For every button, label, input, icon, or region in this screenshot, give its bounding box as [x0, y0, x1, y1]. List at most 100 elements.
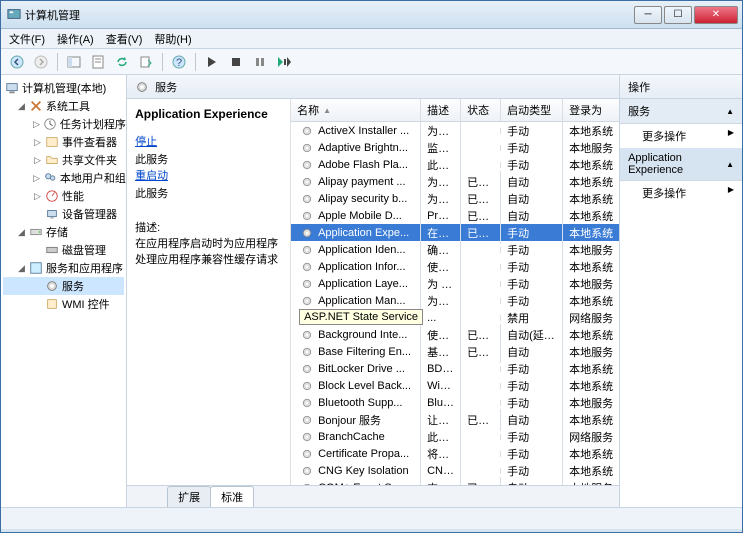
cell-logon: 本地服务: [563, 477, 619, 486]
gear-icon: [301, 261, 313, 273]
disk-icon: [45, 243, 59, 257]
cell-status: [461, 162, 501, 168]
tree-disk-management[interactable]: 磁盘管理: [3, 241, 124, 259]
close-button[interactable]: ✕: [694, 6, 738, 24]
restart-service-link-row: 重启动此服务: [135, 167, 282, 201]
gear-icon: [301, 448, 313, 460]
statusbar: [1, 507, 742, 529]
help-button[interactable]: ?: [169, 52, 189, 72]
cell-status: [461, 434, 501, 440]
refresh-button[interactable]: [112, 52, 132, 72]
tree-local-users[interactable]: ▷本地用户和组: [3, 169, 124, 187]
tree-performance[interactable]: ▷性能: [3, 187, 124, 205]
expand-icon[interactable]: ▷: [33, 174, 40, 183]
play-icon: [206, 56, 218, 68]
tree-wmi[interactable]: WMI 控件: [3, 295, 124, 313]
window-title: 计算机管理: [5, 7, 634, 23]
cell-name: Alipay security b...: [291, 190, 421, 208]
maximize-button[interactable]: ☐: [664, 6, 692, 24]
restart-service-button[interactable]: [274, 52, 294, 72]
forward-button[interactable]: [31, 52, 51, 72]
cell-status: [461, 145, 501, 151]
tree-event-viewer[interactable]: ▷事件查看器: [3, 133, 124, 151]
stop-service-link-row: 停止此服务: [135, 133, 282, 167]
gear-icon: [301, 431, 313, 443]
minimize-button[interactable]: ─: [634, 6, 662, 24]
col-startup[interactable]: 启动类型: [501, 99, 563, 121]
tree-task-scheduler[interactable]: ▷任务计划程序: [3, 115, 124, 133]
actions-section-selected[interactable]: Application Experience▲: [620, 148, 742, 181]
col-description[interactable]: 描述: [421, 99, 461, 121]
gear-icon: [301, 278, 313, 290]
collapse-icon[interactable]: ◢: [17, 102, 26, 111]
gear-icon: [301, 380, 313, 392]
gear-icon: [301, 465, 313, 477]
gear-icon: [301, 414, 313, 426]
expand-icon[interactable]: ▷: [33, 138, 42, 147]
expand-icon[interactable]: ▷: [33, 156, 42, 165]
actions-section-services[interactable]: 服务▲: [620, 99, 742, 124]
tree-root[interactable]: 计算机管理(本地): [3, 79, 124, 97]
gear-icon: [301, 227, 313, 239]
chevron-right-icon: ▶: [728, 128, 734, 144]
center-pane: 服务 Application Experience 停止此服务 重启动此服务 描…: [127, 75, 620, 507]
cell-name: Base Filtering En...: [291, 343, 421, 361]
gear-icon: [301, 125, 313, 137]
col-logon[interactable]: 登录为: [563, 99, 619, 121]
services-list[interactable]: 名称▲ 描述 状态 启动类型 登录为 ActiveX Installer ...…: [291, 99, 619, 485]
pause-icon: [254, 56, 266, 68]
cell-status: 已启动: [461, 222, 501, 244]
collapse-icon[interactable]: ◢: [17, 228, 26, 237]
titlebar: 计算机管理 ─ ☐ ✕: [1, 1, 742, 29]
tree-services-apps[interactable]: ◢服务和应用程序: [3, 259, 124, 277]
tree-device-manager[interactable]: 设备管理器: [3, 205, 124, 223]
description-label: 描述:: [135, 219, 282, 235]
cell-name: COM+ Event Sys...: [291, 479, 421, 486]
cell-status: 已启动: [461, 477, 501, 486]
show-hide-button[interactable]: [64, 52, 84, 72]
back-button[interactable]: [7, 52, 27, 72]
pause-service-button[interactable]: [250, 52, 270, 72]
tree-storage[interactable]: ◢存储: [3, 223, 124, 241]
cell-status: [461, 247, 501, 253]
tree-shared-folders[interactable]: ▷共享文件夹: [3, 151, 124, 169]
gear-icon: [301, 397, 313, 409]
actions-more-2[interactable]: 更多操作▶: [620, 181, 742, 205]
col-name[interactable]: 名称▲: [291, 99, 421, 121]
cell-name: Apple Mobile D...: [291, 207, 421, 225]
back-icon: [10, 55, 24, 69]
col-status[interactable]: 状态: [461, 99, 501, 121]
device-icon: [45, 207, 59, 221]
gear-icon: [301, 176, 313, 188]
menu-help[interactable]: 帮助(H): [154, 31, 191, 47]
expand-icon[interactable]: ▷: [33, 192, 42, 201]
service-row[interactable]: COM+ Event Sys...支持...已启动自动本地服务: [291, 479, 619, 485]
cell-status: [461, 281, 501, 287]
menu-file[interactable]: 文件(F): [9, 31, 45, 47]
gear-icon: [301, 142, 313, 154]
cell-name: Background Inte...: [291, 326, 421, 344]
detail-pane: Application Experience 停止此服务 重启动此服务 描述: …: [127, 99, 291, 485]
service-name-title: Application Experience: [135, 107, 282, 121]
tree-system-tools[interactable]: ◢系统工具: [3, 97, 124, 115]
properties-button[interactable]: [88, 52, 108, 72]
gear-icon: [301, 159, 313, 171]
collapse-icon[interactable]: ◢: [17, 264, 26, 273]
navigation-tree[interactable]: 计算机管理(本地) ◢系统工具 ▷任务计划程序 ▷事件查看器 ▷共享文件夹 ▷本…: [1, 75, 127, 507]
tree-services[interactable]: 服务: [3, 277, 124, 295]
actions-more-1[interactable]: 更多操作▶: [620, 124, 742, 148]
gear-icon: [301, 482, 313, 486]
forward-icon: [34, 55, 48, 69]
export-button[interactable]: [136, 52, 156, 72]
menu-action[interactable]: 操作(A): [57, 31, 94, 47]
expand-icon[interactable]: ▷: [33, 120, 40, 129]
tab-extended[interactable]: 扩展: [167, 486, 211, 507]
app-icon: [7, 7, 21, 21]
stop-link[interactable]: 停止: [135, 133, 282, 149]
menu-view[interactable]: 查看(V): [106, 31, 143, 47]
restart-link[interactable]: 重启动: [135, 167, 282, 183]
stop-service-button[interactable]: [226, 52, 246, 72]
tab-standard[interactable]: 标准: [210, 486, 254, 507]
cell-name: Certificate Propa...: [291, 445, 421, 463]
start-service-button[interactable]: [202, 52, 222, 72]
